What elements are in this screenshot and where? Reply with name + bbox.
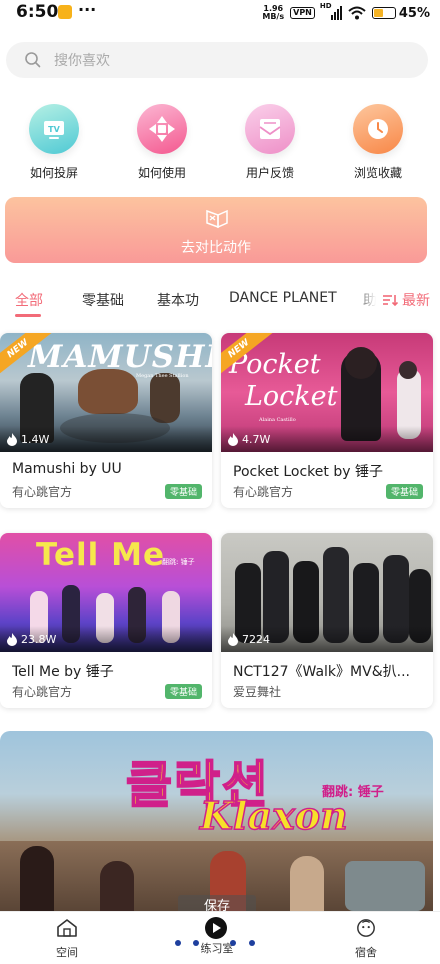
sort-latest-button[interactable]: 最新 (380, 290, 430, 310)
carousel-dot (175, 940, 181, 946)
banner-credit: 翻跳: 锤子 (322, 785, 384, 800)
flame-icon (228, 633, 238, 646)
envelope-icon (245, 104, 295, 154)
quick-actions: TV 如何投屏 如何使用 用户反馈 浏览收藏 (0, 104, 440, 184)
bottom-navigation: 空间 练习室 宿舍 (0, 911, 440, 964)
camera-compare-icon (206, 209, 228, 229)
thumbnail-title: MAMUSHI (28, 339, 212, 375)
thumbnail-title: Tell Me (36, 537, 165, 573)
view-count-value: 4.7W (242, 433, 271, 446)
quick-action-label: 如何使用 (137, 166, 186, 180)
view-count: 1.4W (6, 433, 49, 446)
level-tag: 零基础 (385, 484, 423, 499)
move-arrows-icon (137, 104, 187, 154)
category-tabs: 全部 零基础 基本功 DANCE PLANET 助 最新 (0, 284, 440, 318)
tv-icon: TV (29, 104, 79, 154)
nav-dorm[interactable]: 宿舍 (326, 918, 406, 960)
video-title: NCT127《Walk》MV&扒... (233, 664, 410, 680)
home-icon (57, 919, 77, 937)
status-indicators: 1.96 MB/s VPN HD 45% (262, 2, 430, 23)
level-tag: 零基础 (164, 684, 202, 699)
active-tab-indicator (15, 314, 41, 317)
quick-action-cast[interactable]: TV 如何投屏 (4, 104, 104, 181)
video-author: 有心跳官方 (12, 685, 73, 699)
featured-video-banner[interactable]: 클락션 Klaxon 翻跳: 锤子 (0, 731, 433, 911)
tab-dance-planet[interactable]: DANCE PLANET (229, 290, 337, 306)
quick-action-label: 浏览收藏 (353, 166, 402, 180)
flame-icon (7, 633, 17, 646)
video-author: 有心跳官方 (12, 485, 73, 499)
more-notifications-icon: ··· (78, 0, 97, 19)
search-icon (25, 52, 41, 68)
video-title: Tell Me by 锤子 (12, 664, 114, 680)
sort-label: 最新 (402, 293, 430, 309)
battery-icon: 45% (371, 5, 430, 21)
video-card[interactable]: MAMUSHI Megan Thee Stallion NEW 1.4W Mam… (0, 333, 212, 508)
nav-label: 空间 (56, 946, 78, 959)
svg-text:TV: TV (48, 125, 60, 134)
clock-icon (353, 104, 403, 154)
thumbnail-subtitle: 翻跳: 锤子 (162, 558, 195, 566)
face-icon (357, 919, 375, 937)
quick-action-label: 用户反馈 (245, 166, 294, 180)
thumbnail-subtitle: Megan Thee Stallion (136, 373, 189, 379)
video-author: 爱豆舞社 (233, 685, 282, 699)
video-card[interactable]: Tell Me 翻跳: 锤子 23.8W Tell Me by 锤子 有心跳官方… (0, 533, 212, 708)
network-type: HD (319, 2, 332, 10)
vpn-icon: VPN (290, 7, 315, 19)
view-count: 4.7W (227, 433, 270, 446)
battery-percent: 45% (398, 5, 430, 21)
status-time: 6:50 (16, 2, 59, 22)
nav-label: 练习室 (200, 942, 234, 955)
carousel-dot (230, 940, 236, 946)
video-title: Pocket Locket by 锤子 (233, 464, 383, 480)
view-count: 23.8W (6, 633, 56, 646)
compare-moves-button[interactable]: 去对比动作 (5, 197, 427, 263)
view-count-value: 1.4W (21, 433, 50, 446)
sort-icon (383, 295, 398, 307)
thumbnail-subtitle: Alaina Castillo (259, 417, 296, 423)
play-icon[interactable] (205, 917, 227, 939)
quick-action-howto[interactable]: 如何使用 (112, 104, 212, 181)
video-author: 有心跳官方 (233, 485, 294, 499)
notification-app-icon (58, 5, 72, 19)
view-count-value: 7224 (242, 633, 270, 646)
nav-label: 宿舍 (355, 946, 377, 959)
signal-icon: HD (320, 2, 342, 20)
video-title: Mamushi by UU (12, 461, 122, 477)
carousel-dot (193, 940, 199, 946)
thumbnail-title-line2: Locket (245, 381, 338, 412)
quick-action-feedback[interactable]: 用户反馈 (220, 104, 320, 181)
network-speed: 1.96 MB/s (262, 5, 284, 21)
net-speed-unit: MB/s (262, 12, 285, 21)
flame-icon (7, 433, 17, 446)
video-card[interactable]: 7224 NCT127《Walk》MV&扒... 爱豆舞社 (221, 533, 433, 708)
video-card[interactable]: Pocket Locket Alaina Castillo NEW 4.7W P… (221, 333, 433, 508)
wifi-icon (348, 6, 366, 20)
carousel-dot (249, 940, 255, 946)
level-tag: 零基础 (164, 484, 202, 499)
tab-all[interactable]: 全部 (15, 290, 43, 310)
quick-action-history[interactable]: 浏览收藏 (328, 104, 428, 181)
compare-moves-label: 去对比动作 (181, 240, 251, 256)
view-count-value: 23.8W (21, 633, 57, 646)
flame-icon (228, 433, 238, 446)
search-input[interactable] (52, 42, 416, 80)
view-count: 7224 (227, 633, 270, 646)
quick-action-label: 如何投屏 (29, 166, 78, 180)
search-bar[interactable] (6, 42, 428, 80)
status-bar: 6:50 ··· 1.96 MB/s VPN HD 45% (0, 0, 440, 26)
nav-space[interactable]: 空间 (27, 918, 107, 960)
tab-beginner[interactable]: 零基础 (82, 290, 124, 310)
tab-basics[interactable]: 基本功 (157, 290, 199, 310)
